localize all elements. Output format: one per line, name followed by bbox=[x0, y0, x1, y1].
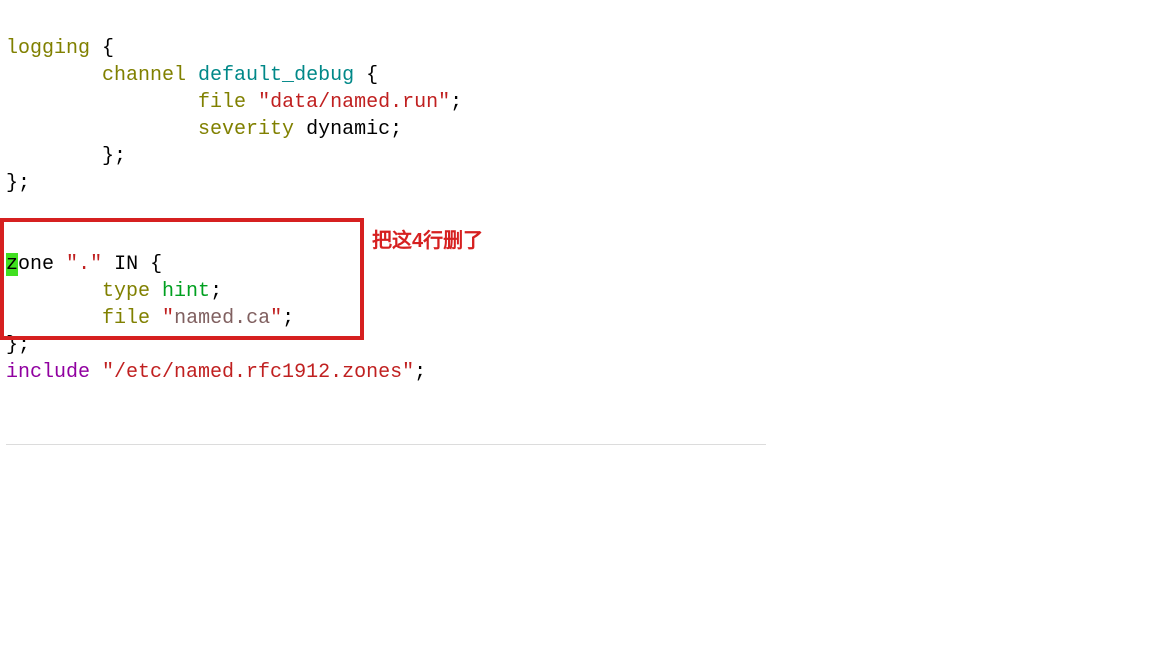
kw-file: file bbox=[198, 91, 246, 114]
divider-line bbox=[6, 444, 766, 445]
kw-type: type bbox=[102, 280, 150, 303]
kw-channel: channel bbox=[102, 64, 186, 87]
str-data-named-run: "data/named.run" bbox=[258, 91, 450, 114]
str-include-path: "/etc/named.rfc1912.zones" bbox=[102, 361, 414, 384]
code-block: logging { channel default_debug { file "… bbox=[0, 0, 1152, 394]
kw-severity: severity bbox=[198, 118, 294, 141]
str-named-ca: named.ca bbox=[174, 307, 270, 330]
val-hint: hint bbox=[162, 280, 210, 303]
annotation-delete-4-lines: 把这4行删了 bbox=[372, 228, 483, 255]
cursor: z bbox=[6, 253, 18, 276]
kw-logging: logging bbox=[6, 37, 90, 60]
ident-default-debug: default_debug bbox=[198, 64, 354, 87]
kw-include: include bbox=[6, 361, 90, 384]
